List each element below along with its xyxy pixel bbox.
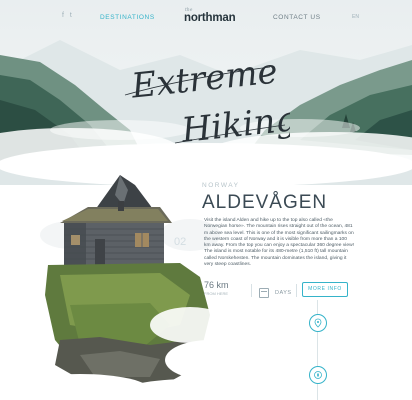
description-paragraph-2: The island is most notable for its 480-m… [204, 249, 348, 268]
country-label: NORWAY [202, 182, 240, 189]
language-selector[interactable]: EN [352, 14, 359, 20]
trip-stats: 76 km FROM HERE DAYS MORE INFO [204, 280, 364, 300]
social-links[interactable]: f t [62, 12, 74, 19]
stats-divider [296, 284, 297, 297]
place-title: ALDEVÅGEN [202, 192, 328, 213]
top-nav: f t DESTINATIONS the northman CONTACT US… [0, 0, 412, 36]
distance-value: 76 km [204, 280, 229, 290]
nav-destinations[interactable]: DESTINATIONS [100, 14, 155, 21]
hero-title-line2: Hiking [179, 99, 290, 151]
distance-stat: 76 km FROM HERE [204, 280, 229, 296]
hero-title-line1: Extreme [129, 51, 280, 106]
calendar-icon [259, 287, 269, 298]
stats-divider [251, 284, 252, 297]
hero-title: Extreme Hiking [124, 51, 290, 151]
compass-icon[interactable] [309, 366, 327, 384]
logo-text: northman [184, 12, 236, 24]
more-info-button[interactable]: MORE INFO [302, 282, 348, 297]
slide-index: 02 [174, 236, 187, 248]
description-paragraph-1: Visit the island Alden and hike up to th… [204, 218, 354, 249]
days-stat: DAYS [259, 284, 292, 302]
place-description: Visit the island Alden and hike up to th… [204, 218, 354, 268]
brand-logo[interactable]: the northman [176, 8, 246, 28]
nav-contact[interactable]: CONTACT US [273, 14, 321, 21]
map-pin-icon[interactable] [309, 314, 327, 332]
distance-unit: FROM HERE [204, 291, 228, 296]
days-label: DAYS [275, 289, 292, 296]
